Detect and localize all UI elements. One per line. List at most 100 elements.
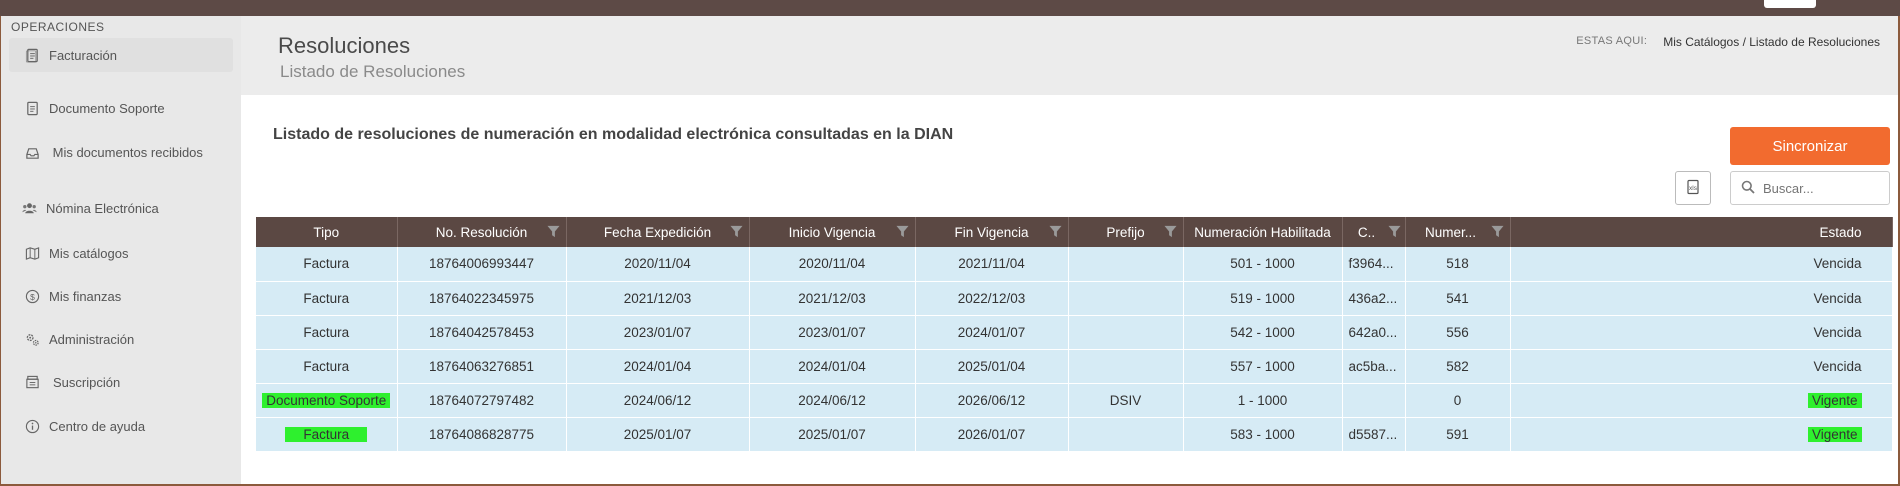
- table-cell: 591: [1405, 417, 1511, 452]
- table-cell: 541: [1405, 281, 1511, 316]
- filter-icon[interactable]: [895, 225, 909, 238]
- filter-icon[interactable]: [1490, 225, 1504, 238]
- page-subtitle: Listado de Resoluciones: [280, 62, 466, 81]
- sidebar-item-mis-documentos-recibidos[interactable]: Mis documentos recibidos: [9, 144, 233, 180]
- table-cell: 501 - 1000: [1183, 247, 1343, 282]
- column-header-clave[interactable]: C..: [1342, 217, 1406, 247]
- column-header-prefijo[interactable]: Prefijo: [1068, 217, 1184, 247]
- sync-button[interactable]: Sincronizar: [1730, 127, 1890, 165]
- sidebar-item-administracion[interactable]: Administración: [9, 329, 233, 349]
- sidebar-item-mis-catalogos[interactable]: Mis catálogos: [9, 243, 233, 263]
- info-icon: [24, 418, 40, 434]
- table-cell: 557 - 1000: [1183, 349, 1343, 384]
- breadcrumb-label: ESTAS AQUI:: [1576, 35, 1648, 47]
- sidebar-item-label: Facturación: [49, 47, 117, 63]
- table-cell: Vencida: [1510, 281, 1893, 316]
- sidebar-item-centro-de-ayuda[interactable]: Centro de ayuda: [9, 416, 233, 436]
- table-cell: 436a2...: [1342, 281, 1406, 316]
- sidebar-item-nomina-electronica[interactable]: Nómina Electrónica: [9, 198, 233, 218]
- table-row[interactable]: Factura 18764006993447 2020/11/04 2020/1…: [256, 247, 1893, 282]
- table-cell: 2024/01/07: [915, 315, 1069, 350]
- column-header-no-resolucion[interactable]: No. Resolución: [397, 217, 567, 247]
- table-row[interactable]: Factura 18764063276851 2024/01/04 2024/0…: [256, 349, 1893, 384]
- map-icon: [24, 245, 40, 261]
- table-cell: 18764022345975: [397, 281, 567, 316]
- table-cell: 2024/06/12: [566, 383, 750, 418]
- search-box[interactable]: [1730, 171, 1890, 205]
- sidebar: OPERACIONES Facturación Documento Soport…: [1, 16, 241, 484]
- resolutions-table: Tipo No. Resolución Fecha Expedición Ini…: [256, 217, 1893, 452]
- column-header-numero-actual[interactable]: Numer...: [1405, 217, 1511, 247]
- sidebar-item-label: Suscripción: [53, 374, 121, 390]
- table-cell: 2020/11/04: [749, 247, 916, 282]
- table-cell: Vencida: [1510, 349, 1893, 384]
- table-cell: [1068, 315, 1184, 350]
- sidebar-item-label: Administración: [49, 331, 135, 347]
- table-cell: 0: [1405, 383, 1511, 418]
- table-row[interactable]: Factura 18764042578453 2023/01/07 2023/0…: [256, 315, 1893, 350]
- sidebar-item-documento-soporte[interactable]: Documento Soporte: [9, 98, 233, 118]
- filter-icon[interactable]: [1048, 225, 1062, 238]
- sidebar-item-label: Documento Soporte: [49, 100, 165, 116]
- panel-title: Listado de resoluciones de numeración en…: [273, 126, 954, 143]
- highlighted-tipo: Documento Soporte: [262, 392, 391, 408]
- column-header-tipo[interactable]: Tipo: [256, 217, 398, 247]
- table-cell: 2023/01/07: [749, 315, 916, 350]
- inbox-icon: [24, 146, 40, 162]
- table-cell: [1068, 281, 1184, 316]
- table-cell: 2024/01/04: [749, 349, 916, 384]
- sidebar-item-suscripcion[interactable]: Suscripción: [9, 372, 233, 392]
- filter-icon[interactable]: [1163, 225, 1177, 238]
- topbar-user-button[interactable]: [1764, 0, 1816, 8]
- table-cell: [1068, 247, 1184, 282]
- column-header-estado[interactable]: Estado: [1510, 217, 1893, 247]
- dollar-icon: $: [24, 288, 40, 304]
- table-cell: Factura: [256, 417, 398, 452]
- table-cell: 2024/01/04: [566, 349, 750, 384]
- table-cell: 18764042578453: [397, 315, 567, 350]
- filter-icon[interactable]: [729, 225, 743, 238]
- table-cell: 642a0...: [1342, 315, 1406, 350]
- sidebar-item-mis-finanzas[interactable]: $ Mis finanzas: [9, 286, 233, 306]
- users-icon: [21, 200, 37, 216]
- table-header-row: Tipo No. Resolución Fecha Expedición Ini…: [256, 217, 1893, 247]
- table-cell: 2026/06/12: [915, 383, 1069, 418]
- table-cell: 2025/01/04: [915, 349, 1069, 384]
- main-content: Listado de resoluciones de numeración en…: [241, 95, 1898, 484]
- svg-text:xls: xls: [1689, 185, 1698, 192]
- table-cell: 2024/06/12: [749, 383, 916, 418]
- highlighted-tipo: Factura: [285, 426, 368, 442]
- table-cell: Vigente: [1510, 383, 1893, 418]
- table-cell: 519 - 1000: [1183, 281, 1343, 316]
- table-cell: 542 - 1000: [1183, 315, 1343, 350]
- breadcrumb-path[interactable]: Mis Catálogos / Listado de Resoluciones: [1663, 35, 1880, 49]
- table-cell: 1 - 1000: [1183, 383, 1343, 418]
- filter-icon[interactable]: [1387, 225, 1401, 238]
- sidebar-item-label: Centro de ayuda: [49, 418, 146, 434]
- export-excel-button[interactable]: xls: [1675, 171, 1711, 205]
- sidebar-item-facturacion[interactable]: Facturación: [9, 38, 233, 72]
- page-header: Resoluciones Listado de Resoluciones EST…: [241, 16, 1898, 95]
- highlighted-estado: Vigente: [1807, 426, 1862, 442]
- gears-icon: [24, 331, 40, 347]
- table-cell: 2022/12/03: [915, 281, 1069, 316]
- table-row[interactable]: Factura 18764086828775 2025/01/07 2025/0…: [256, 417, 1893, 452]
- table-cell: Vencida: [1510, 315, 1893, 350]
- table-cell: Vencida: [1510, 247, 1893, 282]
- page-title: Resoluciones: [278, 33, 411, 58]
- filter-icon[interactable]: [546, 225, 560, 238]
- table-cell: Factura: [256, 247, 398, 282]
- table-cell: f3964...: [1342, 247, 1406, 282]
- table-cell: Vigente: [1510, 417, 1893, 452]
- subscription-icon: [24, 374, 40, 390]
- column-header-fecha-expedicion[interactable]: Fecha Expedición: [566, 217, 750, 247]
- column-header-numeracion-habilitada[interactable]: Numeración Habilitada: [1183, 217, 1343, 247]
- column-header-inicio-vigencia[interactable]: Inicio Vigencia: [749, 217, 916, 247]
- search-input[interactable]: [1763, 180, 1883, 196]
- table-cell: 518: [1405, 247, 1511, 282]
- breadcrumb: ESTAS AQUI: Mis Catálogos / Listado de R…: [1576, 35, 1880, 49]
- table-cell: 2023/01/07: [566, 315, 750, 350]
- table-row[interactable]: Factura 18764022345975 2021/12/03 2021/1…: [256, 281, 1893, 316]
- column-header-fin-vigencia[interactable]: Fin Vigencia: [915, 217, 1069, 247]
- table-row[interactable]: Documento Soporte 18764072797482 2024/06…: [256, 383, 1893, 418]
